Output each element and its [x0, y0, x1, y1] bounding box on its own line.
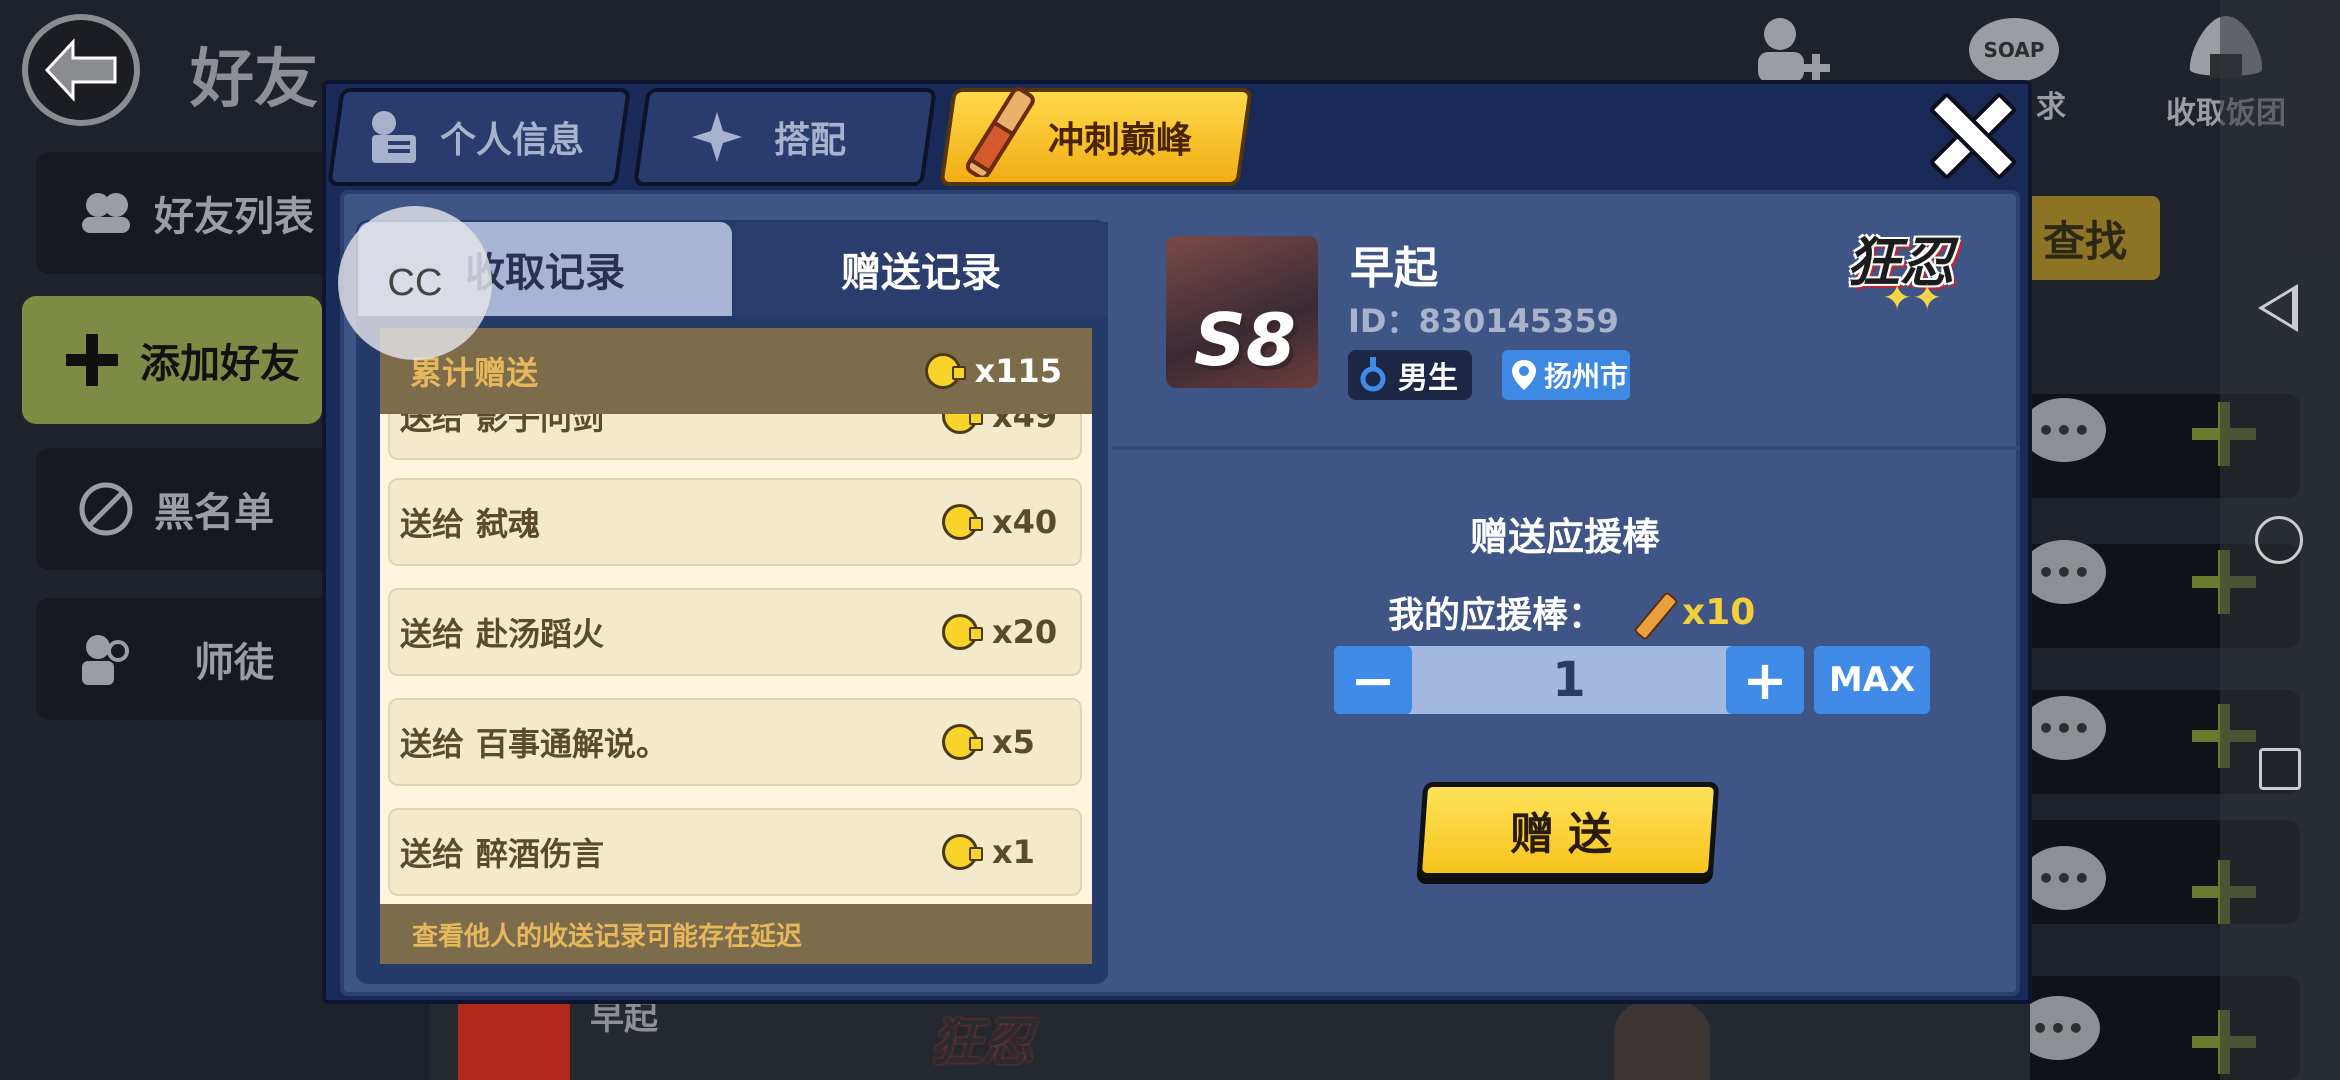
gift-title: 赠送应援棒 — [1470, 515, 1661, 559]
chat-icon[interactable]: ••• — [2022, 540, 2106, 604]
sidebar-item-friend-list[interactable]: 好友列表 — [36, 152, 336, 274]
record-name: 醉酒伤言 — [476, 835, 605, 873]
back-button[interactable] — [22, 14, 140, 126]
cheer-stick-icon — [1632, 592, 1672, 632]
delay-notice: 查看他人的收送记录可能存在延迟 — [380, 904, 1092, 964]
chat-icon[interactable]: ••• — [2022, 846, 2106, 910]
decrease-button[interactable]: − — [1334, 646, 1412, 714]
increase-button[interactable]: + — [1726, 646, 1804, 714]
tab-label: 冲刺巅峰 — [1048, 120, 1193, 161]
mentor-icon — [76, 629, 136, 689]
tab-label: 搭配 — [774, 120, 847, 161]
record-name: 赴汤蹈火 — [476, 615, 605, 653]
coin-icon — [942, 834, 983, 870]
list-item: 送给 百事通解说。 x5 — [388, 698, 1082, 786]
coin-icon — [924, 353, 966, 389]
list-item: 送给 赴汤蹈火 x20 — [388, 588, 1082, 676]
summary-count: x115 — [974, 352, 1062, 390]
cheer-stick-icon — [965, 87, 1035, 177]
coin-icon — [942, 614, 983, 650]
coin-icon — [942, 504, 983, 540]
quantity-stepper: − 1 + — [1334, 646, 1804, 714]
male-icon — [1360, 357, 1386, 392]
nav-back-icon[interactable] — [2258, 284, 2298, 332]
record-prefix: 送给 — [400, 505, 465, 543]
back-arrow-icon — [44, 38, 117, 102]
game-logo: 狂忍 — [930, 1013, 1035, 1073]
record-name: 弑魂 — [476, 505, 541, 543]
divider — [1112, 446, 2020, 450]
record-count: x20 — [992, 613, 1058, 651]
sidebar-item-label: 好友列表 — [154, 194, 314, 240]
close-icon[interactable] — [1928, 90, 2008, 170]
sidebar-item-label: 黑名单 — [154, 490, 274, 536]
game-logo: 狂忍 ✦✦ — [1846, 218, 1980, 319]
sidebar-item-blacklist[interactable]: 黑名单 — [36, 448, 336, 570]
location-pin-icon — [1512, 360, 1536, 390]
sidebar-item-add-friend[interactable]: 添加好友 — [22, 296, 322, 424]
sidebar-item-label: 师徒 — [194, 640, 274, 686]
quantity-field[interactable]: 1 — [1412, 646, 1726, 714]
record-name: 百事通解说。 — [476, 725, 669, 763]
gender-badge: 男生 — [1348, 350, 1472, 400]
logo-stars-icon: ✦✦ — [1882, 278, 1943, 319]
my-cheer-sticks: 我的应援棒： x10 — [1388, 586, 1755, 638]
send-label: 赠送 — [1510, 809, 1626, 860]
gender-label: 男生 — [1398, 361, 1458, 396]
max-button[interactable]: MAX — [1814, 646, 1930, 714]
avatar — [458, 996, 570, 1080]
nav-recents-icon[interactable] — [2259, 748, 2301, 790]
record-count: x1 — [992, 833, 1035, 871]
my-sticks-label: 我的应援棒： — [1388, 595, 1605, 636]
sparkle-icon — [692, 112, 742, 162]
soap-icon: SOAP — [1969, 18, 2059, 82]
block-icon — [76, 479, 136, 539]
avatar-text: S8 — [1194, 298, 1296, 382]
chat-icon[interactable]: ••• — [2022, 696, 2106, 760]
player-id: ID：830145359 — [1348, 302, 1619, 340]
chat-icon[interactable]: ••• — [2022, 398, 2106, 462]
tab-label: 个人信息 — [440, 120, 585, 161]
player-name: 早起 — [1350, 243, 1438, 294]
sidebar-item-mentor[interactable]: 师徒 — [36, 598, 336, 720]
tab-sprint-peak[interactable]: 冲刺巅峰 — [939, 87, 1253, 186]
record-count: x5 — [992, 723, 1035, 761]
city-label: 扬州市 — [1544, 360, 1629, 393]
tab-profile[interactable]: 个人信息 — [327, 88, 631, 186]
send-gift-button[interactable]: 赠送 — [1416, 782, 1720, 878]
coin-icon — [942, 724, 983, 760]
record-prefix: 送给 — [400, 725, 465, 763]
record-count: x40 — [992, 503, 1058, 541]
sidebar-item-label: 添加好友 — [140, 341, 300, 387]
profile-icon — [372, 111, 416, 163]
total-given-summary: 累计赠送 x115 — [380, 328, 1092, 414]
avatar[interactable]: S8 — [1166, 236, 1318, 388]
friends-icon — [76, 183, 136, 243]
list-item: 送给 弑魂 x40 — [388, 478, 1082, 566]
tab-outfit[interactable]: 搭配 — [633, 88, 937, 186]
nav-home-icon[interactable] — [2255, 516, 2303, 564]
find-button[interactable]: 查找 — [2010, 196, 2160, 280]
record-prefix: 送给 — [400, 615, 465, 653]
cc-overlay-button[interactable]: CC — [338, 206, 492, 360]
list-item: 送给 醉酒伤言 x1 — [388, 808, 1082, 896]
my-sticks-count: x10 — [1682, 591, 1756, 633]
page-title: 好友 — [190, 43, 318, 117]
city-badge: 扬州市 — [1502, 350, 1630, 400]
avatar — [1614, 1000, 1710, 1080]
tab-send-records[interactable]: 赠送记录 — [734, 222, 1108, 316]
plus-icon — [62, 330, 122, 390]
record-prefix: 送给 — [400, 835, 465, 873]
